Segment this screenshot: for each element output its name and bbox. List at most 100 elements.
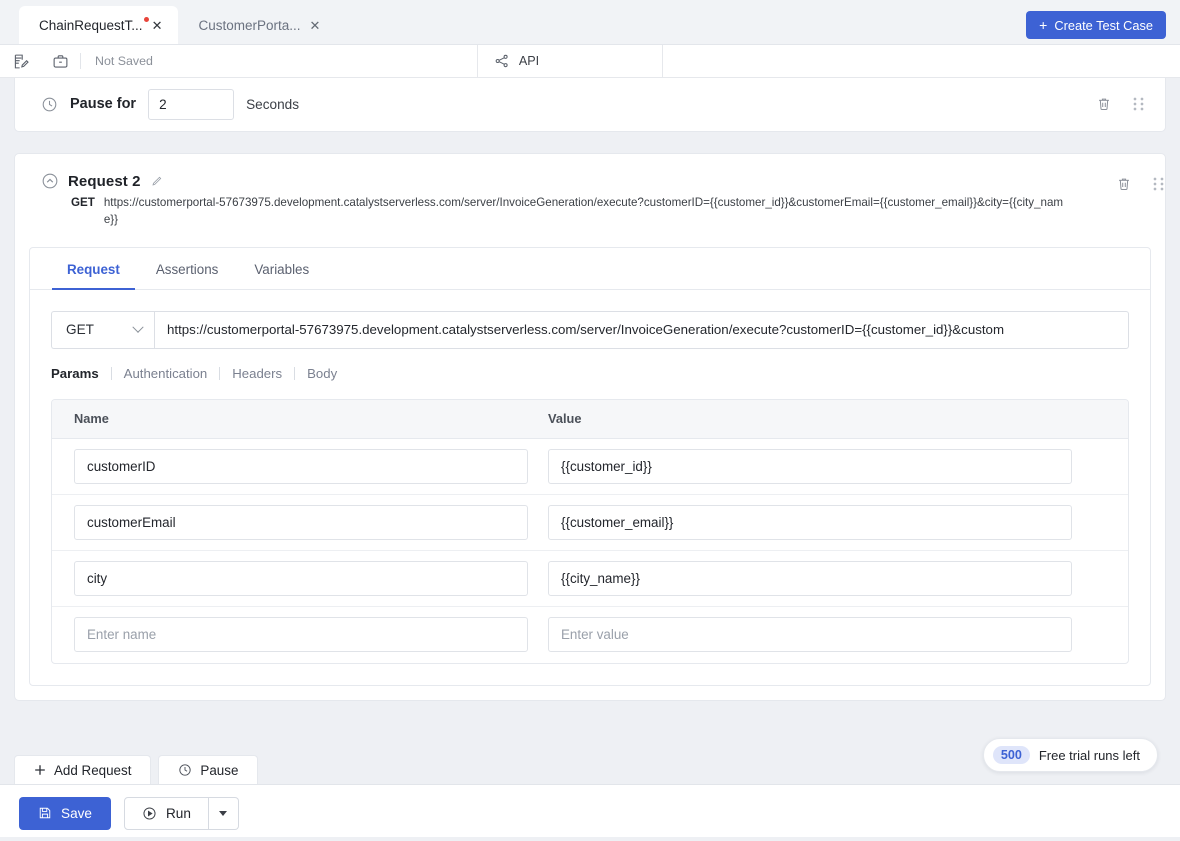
request-step-header: Request 2 GET https://customerportal-576…	[15, 172, 1165, 229]
chevron-down-icon	[132, 321, 143, 332]
add-pause-label: Pause	[200, 763, 238, 778]
request-detail-panel: Request Assertions Variables GET Params …	[29, 247, 1151, 686]
free-trial-badge[interactable]: 500 Free trial runs left	[983, 738, 1158, 772]
request-url-text: https://customerportal-57673975.developm…	[101, 195, 1073, 229]
trial-count: 500	[993, 746, 1030, 765]
tab-bar: ChainRequestT... ✕ CustomerPorta... ✕ + …	[0, 0, 1180, 45]
column-header-name: Name	[52, 411, 528, 426]
pause-step-card: Pause for Seconds	[14, 78, 1166, 132]
clock-icon	[41, 96, 58, 113]
param-name-cell	[52, 505, 528, 540]
table-row	[52, 439, 1128, 495]
add-request-label: Add Request	[54, 763, 131, 778]
param-value-cell	[528, 617, 1128, 652]
new-param-name-input[interactable]	[74, 617, 528, 652]
subtab-authentication[interactable]: Authentication	[112, 366, 220, 381]
table-row	[52, 495, 1128, 551]
tab-list: ChainRequestT... ✕ CustomerPorta... ✕	[0, 0, 336, 44]
subtab-body[interactable]: Body	[295, 366, 349, 381]
param-value-input[interactable]	[548, 505, 1072, 540]
briefcase-icon[interactable]	[40, 45, 80, 77]
subtab-params[interactable]: Params	[51, 366, 111, 381]
play-circle-icon	[142, 806, 157, 821]
drag-handle-icon[interactable]	[1152, 176, 1165, 192]
param-name-cell	[52, 617, 528, 652]
save-label: Save	[61, 806, 92, 821]
run-button-group: Run	[124, 797, 239, 830]
run-options-dropdown[interactable]	[209, 797, 239, 830]
create-test-case-button[interactable]: + Create Test Case	[1026, 11, 1166, 39]
http-method-value: GET	[66, 322, 94, 337]
unsaved-dot-icon	[144, 17, 149, 22]
add-pause-button[interactable]: Pause	[158, 755, 258, 784]
param-value-input[interactable]	[548, 561, 1072, 596]
params-table: Name Value	[51, 399, 1129, 664]
column-header-value: Value	[528, 411, 1128, 426]
param-value-cell	[528, 449, 1128, 484]
floppy-disk-icon	[38, 806, 52, 820]
tab-label: ChainRequestT...	[39, 18, 146, 33]
edit-document-icon[interactable]	[0, 45, 40, 77]
param-name-input[interactable]	[74, 505, 528, 540]
trial-label: Free trial runs left	[1039, 748, 1140, 763]
request-step-actions	[1116, 176, 1165, 192]
pause-step-actions	[1096, 96, 1145, 112]
trash-icon[interactable]	[1096, 96, 1112, 112]
run-button[interactable]: Run	[124, 797, 209, 830]
chevron-up-circle-icon[interactable]	[41, 172, 59, 190]
toolbar-tail	[662, 45, 1180, 77]
create-test-case-label: Create Test Case	[1054, 18, 1153, 33]
tab-customerportal[interactable]: CustomerPorta... ✕	[178, 6, 336, 44]
run-label: Run	[166, 806, 191, 821]
save-button[interactable]: Save	[19, 797, 111, 830]
clock-icon	[178, 763, 192, 777]
param-name-cell	[52, 449, 528, 484]
save-status-text: Not Saved	[81, 45, 167, 77]
request-url-input[interactable]	[154, 311, 1129, 349]
table-row-empty	[52, 607, 1128, 663]
param-value-cell	[528, 561, 1128, 596]
close-icon[interactable]: ✕	[308, 17, 323, 34]
tab-request[interactable]: Request	[52, 248, 135, 290]
new-param-value-input[interactable]	[548, 617, 1072, 652]
close-icon[interactable]: ✕	[150, 17, 165, 34]
steps-scroll-area[interactable]: Pause for Seconds	[0, 78, 1180, 784]
tab-assertions[interactable]: Assertions	[141, 248, 234, 290]
request-step-card: Request 2 GET https://customerportal-576…	[14, 153, 1166, 701]
pencil-icon[interactable]	[150, 175, 163, 188]
params-table-header: Name Value	[52, 400, 1128, 439]
param-name-input[interactable]	[74, 449, 528, 484]
left-gutter	[0, 78, 8, 784]
tab-variables[interactable]: Variables	[239, 248, 324, 290]
tab-title-text: ChainRequestT...	[39, 18, 143, 33]
drag-handle-icon[interactable]	[1132, 96, 1145, 112]
add-request-button[interactable]: Add Request	[14, 755, 151, 784]
request-panel-tabs: Request Assertions Variables	[30, 248, 1150, 290]
url-bar: GET	[51, 311, 1129, 349]
plus-icon	[34, 764, 46, 776]
toolbar-spacer	[167, 45, 477, 77]
pause-seconds-input[interactable]	[148, 89, 234, 120]
footer-bottom-strip	[0, 837, 1180, 841]
param-name-input[interactable]	[74, 561, 528, 596]
toolbar: Not Saved API	[0, 45, 1180, 78]
request-title: Request 2	[68, 173, 141, 190]
share-nodes-icon	[494, 53, 510, 69]
pause-unit-label: Seconds	[246, 97, 299, 112]
api-tab[interactable]: API	[477, 45, 662, 77]
plus-icon: +	[1039, 18, 1047, 32]
caret-down-icon	[219, 811, 227, 816]
pause-for-label: Pause for	[70, 96, 136, 112]
request-method-label: GET	[71, 195, 101, 229]
pause-step-content: Pause for Seconds	[41, 89, 299, 120]
request-url-summary: GET https://customerportal-57673975.deve…	[41, 195, 1145, 229]
param-value-input[interactable]	[548, 449, 1072, 484]
param-value-cell	[528, 505, 1128, 540]
api-label: API	[519, 54, 539, 68]
tab-chainrequesttest[interactable]: ChainRequestT... ✕	[19, 6, 178, 44]
subtab-headers[interactable]: Headers	[220, 366, 294, 381]
add-step-tabs: Add Request Pause	[14, 755, 258, 784]
trash-icon[interactable]	[1116, 176, 1132, 192]
http-method-select[interactable]: GET	[51, 311, 154, 349]
table-row	[52, 551, 1128, 607]
